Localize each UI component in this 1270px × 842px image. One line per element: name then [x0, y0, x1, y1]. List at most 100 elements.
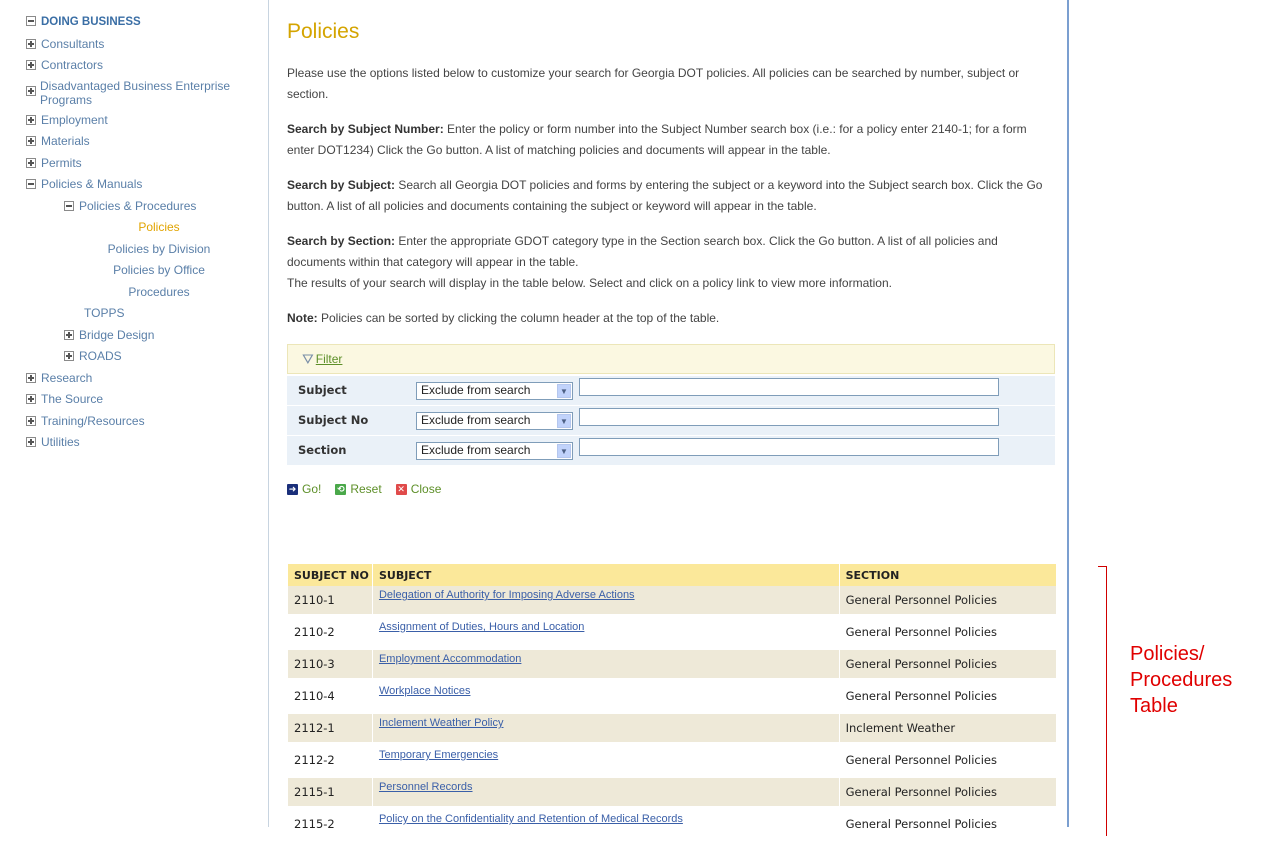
expand-icon[interactable]	[26, 415, 36, 426]
sidebar-item-the-source[interactable]: The Source	[26, 389, 266, 411]
expand-icon[interactable]	[26, 394, 36, 404]
policy-link[interactable]: Workplace Notices	[379, 685, 471, 697]
expand-icon[interactable]	[26, 38, 36, 49]
filter-label: Subject No	[287, 405, 416, 436]
sidebar-item-label: Policies by Office	[113, 263, 205, 277]
filter-row-subject: Subject Exclude from search ▼	[287, 376, 1055, 406]
policy-link[interactable]: Employment Accommodation	[379, 653, 521, 665]
subject-no-cell: 2115-2	[287, 806, 373, 842]
search-by-subject: Search by Subject: Search all Georgia DO…	[287, 175, 1057, 217]
sidebar-item-policies-procedures[interactable]: Policies & Procedures	[26, 196, 266, 218]
close-label: Close	[410, 481, 442, 496]
sidebar-item-policies[interactable]: Policies	[26, 217, 266, 239]
sidebar-item-consultants[interactable]: Consultants	[26, 34, 266, 56]
annotation-line: Procedures	[1130, 669, 1233, 691]
go-button[interactable]: ➜ Go!	[287, 479, 321, 500]
expand-icon[interactable]	[26, 157, 36, 168]
expand-icon[interactable]	[26, 114, 36, 125]
column-header-subject-no[interactable]: SUBJECT NO	[287, 564, 373, 586]
go-label: Go!	[302, 481, 322, 496]
subject-filter-select[interactable]: Exclude from search ▼	[416, 381, 573, 400]
sidebar-item-research[interactable]: Research	[26, 368, 266, 390]
sidebar-item-topps[interactable]: TOPPS	[26, 303, 266, 325]
policy-link[interactable]: Policy on the Confidentiality and Retent…	[379, 813, 683, 825]
sidebar-item-policies-by-office[interactable]: Policies by Office	[26, 260, 266, 282]
filter-actions: ➜ Go! ⟲ Reset ✕ Close	[287, 478, 1057, 500]
table-row: 2110-3 Employment Accommodation General Pe…	[287, 650, 1056, 678]
expand-icon[interactable]	[26, 85, 36, 96]
expand-icon[interactable]	[64, 351, 74, 361]
filter-row-section: Section Exclude from search ▼	[287, 435, 1055, 466]
chevron-down-icon[interactable]: ▼	[557, 443, 571, 458]
reset-button[interactable]: ⟲ Reset	[335, 479, 382, 500]
arrow-right-icon: ➜	[287, 483, 298, 495]
sidebar-item-label: ROADS	[79, 349, 122, 363]
subject-no-cell: 2112-1	[287, 714, 373, 742]
sidebar-item-bridge-design[interactable]: Bridge Design	[26, 325, 266, 347]
subject-cell: Assignment of Duties, Hours and Location	[371, 614, 840, 650]
sidebar-item-procedures[interactable]: Procedures	[26, 282, 266, 304]
expand-icon[interactable]	[26, 372, 36, 383]
section-cell: General Personnel Policies	[838, 586, 1056, 614]
column-header-section[interactable]: SECTION	[838, 564, 1056, 586]
column-header-subject[interactable]: SUBJECT	[371, 564, 840, 586]
filter-link[interactable]: Filter	[316, 349, 343, 370]
sidebar-item-contractors[interactable]: Contractors	[26, 55, 266, 77]
collapse-icon[interactable]	[26, 16, 36, 26]
subject-no-cell: 2110-1	[287, 586, 373, 614]
subject-filter-input[interactable]	[579, 378, 999, 396]
close-icon: ✕	[395, 483, 407, 495]
policy-link[interactable]: Assignment of Duties, Hours and Location	[379, 621, 584, 633]
select-value: Exclude from search	[421, 413, 531, 427]
reset-icon: ⟲	[335, 483, 347, 495]
sidebar-item-disadvantaged-business-enterprise-programs[interactable]: Disadvantaged Business Enterprise Progra…	[26, 77, 266, 110]
collapse-icon[interactable]	[64, 200, 74, 211]
sidebar-item-label: Policies & Manuals	[41, 177, 143, 191]
sidebar-item-label: Policies & Procedures	[79, 198, 197, 213]
policy-link[interactable]: Inclement Weather Policy	[379, 717, 504, 729]
sidebar-item-policies-manuals[interactable]: Policies & Manuals	[26, 174, 266, 196]
subject-no-filter-input[interactable]	[579, 408, 999, 426]
policy-link[interactable]: Personnel Records	[379, 781, 473, 793]
policy-link[interactable]: Delegation of Authority for Imposing Adv…	[379, 589, 635, 601]
select-value: Exclude from search	[421, 443, 531, 457]
expand-icon[interactable]	[64, 329, 74, 340]
sidebar-item-policies-by-division[interactable]: Policies by Division	[26, 239, 266, 261]
content-right-border	[1067, 0, 1069, 827]
section-cell: General Personnel Policies	[838, 778, 1056, 806]
sidebar-item-label: Policies	[138, 220, 180, 234]
sidebar-item-label: Contractors	[41, 58, 104, 72]
content-left-border	[268, 0, 269, 827]
section-filter-select[interactable]: Exclude from search ▼	[416, 441, 573, 460]
table-header-row: SUBJECT NO SUBJECT SECTION	[287, 564, 1056, 586]
section-heading: Search by Section:	[287, 234, 396, 248]
policy-link[interactable]: Temporary Emergencies	[379, 749, 498, 761]
filter-bar: ⛛ Filter	[287, 344, 1055, 374]
sidebar-item-label: Research	[41, 370, 93, 385]
expand-icon[interactable]	[26, 437, 36, 447]
close-button[interactable]: ✕ Close	[395, 479, 442, 500]
subject-no-cell: 2110-3	[287, 650, 373, 678]
subject-cell: Employment Accommodation	[371, 650, 840, 678]
subject-cell: Policy on the Confidentiality and Retent…	[371, 806, 840, 842]
chevron-down-icon[interactable]: ▼	[557, 383, 571, 398]
chevron-down-icon[interactable]: ▼	[557, 413, 571, 428]
subject-no-filter-select[interactable]: Exclude from search ▼	[416, 411, 573, 430]
sort-note: Note: Policies can be sorted by clicking…	[287, 308, 1057, 329]
table-row: 2115-1 Personnel Records General Personnel…	[287, 778, 1056, 806]
sidebar-item-roads[interactable]: ROADS	[26, 346, 266, 368]
section-filter-input[interactable]	[579, 438, 999, 456]
sidebar-root-doing-business[interactable]: DOING BUSINESS	[26, 12, 266, 34]
sidebar-item-employment[interactable]: Employment	[26, 110, 266, 132]
expand-icon[interactable]	[26, 136, 36, 146]
sidebar-item-permits[interactable]: Permits	[26, 153, 266, 175]
expand-icon[interactable]	[26, 60, 36, 70]
subject-cell: Personnel Records	[371, 778, 840, 806]
sidebar-item-utilities[interactable]: Utilities	[26, 432, 266, 454]
table-row: 2112-2 Temporary Emergencies General Perso…	[287, 742, 1056, 778]
collapse-icon[interactable]	[26, 179, 36, 189]
sidebar-item-materials[interactable]: Materials	[26, 131, 266, 153]
section-cell: General Personnel Policies	[838, 614, 1056, 650]
filter-form: Subject Exclude from search ▼ Subject No …	[287, 376, 1055, 466]
sidebar-item-training-resources[interactable]: Training/Resources	[26, 411, 266, 433]
